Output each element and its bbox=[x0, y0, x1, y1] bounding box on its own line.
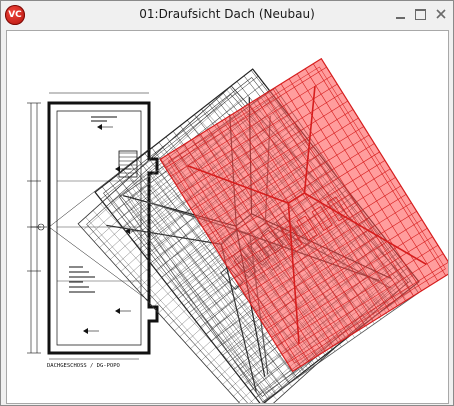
drawing-canvas[interactable]: DACHGESCHOSS / DG-POPO bbox=[6, 30, 449, 404]
minimize-icon bbox=[395, 16, 405, 19]
close-icon bbox=[436, 9, 446, 19]
floor-plan-label: DACHGESCHOSS / DG-POPO bbox=[47, 363, 120, 369]
window-title: 01:Draufsicht Dach (Neubau) bbox=[139, 7, 315, 21]
close-button[interactable] bbox=[432, 5, 450, 23]
title-bar[interactable]: VC 01:Draufsicht Dach (Neubau) bbox=[1, 1, 453, 29]
maximize-icon bbox=[414, 8, 426, 20]
floor-plan bbox=[27, 92, 159, 360]
roof-plan-drawing[interactable]: DACHGESCHOSS / DG-POPO bbox=[7, 31, 448, 403]
maximize-button[interactable] bbox=[411, 5, 429, 23]
cad-window: VC 01:Draufsicht Dach (Neubau) DACHGESCH… bbox=[0, 0, 454, 406]
minimize-button[interactable] bbox=[391, 5, 409, 23]
